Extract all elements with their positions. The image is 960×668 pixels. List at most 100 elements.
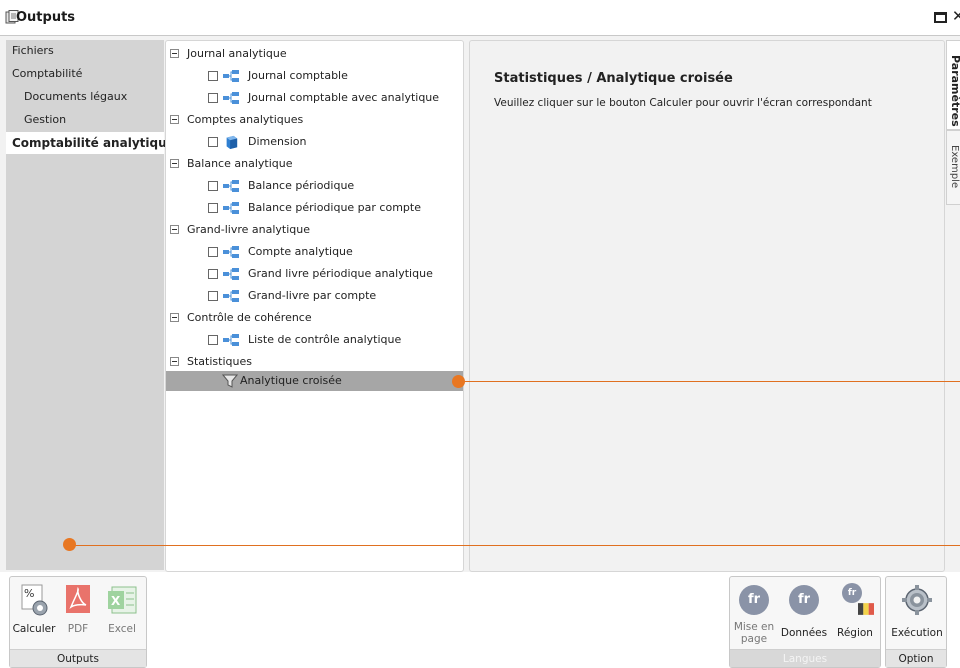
tab-parametres[interactable]: Paramètres — [946, 40, 960, 130]
tree-item[interactable]: Grand-livre par compte — [166, 286, 463, 306]
tree-item-checkbox[interactable] — [208, 269, 218, 279]
report-tree-icon — [223, 290, 239, 302]
ribbon-group-label: Langues — [730, 649, 880, 667]
tree-item-checkbox[interactable] — [208, 291, 218, 301]
ribbon: % Calculer PDF X Excel Outputs fr Mise e… — [0, 572, 960, 668]
tree-group-label: Journal analytique — [187, 47, 287, 60]
tree-group[interactable]: Statistiques — [166, 352, 463, 372]
tree-item[interactable]: Dimension — [166, 132, 463, 152]
tab-label: Exemple — [949, 145, 960, 189]
report-tree-icon — [223, 70, 239, 82]
button-label: Exécution — [891, 627, 943, 639]
callout-line — [458, 381, 960, 382]
callout-dot — [452, 375, 465, 388]
tree-item[interactable]: Balance périodique par compte — [166, 198, 463, 218]
tree-item-label: Analytique croisée — [240, 374, 342, 387]
tree-group[interactable]: Contrôle de cohérence — [166, 308, 463, 328]
tree-item-selected[interactable]: Analytique croisée — [166, 371, 463, 391]
detail-panel: Statistiques / Analytique croisée Veuill… — [469, 40, 945, 572]
callout-dot — [63, 538, 76, 551]
language-fr-icon: fr — [842, 583, 862, 603]
donnees-button[interactable]: fr Données — [780, 581, 828, 647]
button-label: Région — [837, 627, 873, 639]
tree-item-checkbox[interactable] — [208, 181, 218, 191]
cube-icon — [226, 135, 238, 149]
nav-item-gestion[interactable]: Gestion — [24, 113, 66, 126]
tree-item-checkbox[interactable] — [208, 247, 218, 257]
report-tree-icon — [223, 334, 239, 346]
tree-group[interactable]: Balance analytique — [166, 154, 463, 174]
report-tree-icon — [223, 180, 239, 192]
tree-item[interactable]: Journal comptable — [166, 66, 463, 86]
nav-item-fichiers[interactable]: Fichiers — [12, 44, 54, 57]
detail-description: Veuillez cliquer sur le bouton Calculer … — [494, 97, 872, 109]
nav-item-comptabilite[interactable]: Comptabilité — [12, 67, 82, 80]
tree-item-checkbox[interactable] — [208, 335, 218, 345]
pdf-icon — [66, 585, 90, 613]
tree-item-label: Balance périodique par compte — [248, 201, 421, 214]
tree-group[interactable]: Journal analytique — [166, 44, 463, 64]
collapse-icon[interactable] — [170, 115, 179, 124]
svg-text:%: % — [24, 587, 34, 600]
nav-item-comptabilite-analytique[interactable]: Comptabilité analytique — [6, 132, 175, 154]
region-button[interactable]: fr Région — [832, 581, 878, 647]
ribbon-group-outputs: % Calculer PDF X Excel Outputs — [9, 576, 147, 668]
excel-icon: X — [108, 586, 137, 614]
collapse-icon[interactable] — [170, 313, 179, 322]
excel-button[interactable]: X Excel — [100, 581, 144, 647]
tree-item-label: Journal comptable — [248, 69, 348, 82]
tree-group[interactable]: Grand-livre analytique — [166, 220, 463, 240]
tree-item[interactable]: Compte analytique — [166, 242, 463, 262]
tree-item-checkbox[interactable] — [208, 137, 218, 147]
tab-label: Paramètres — [949, 55, 960, 127]
window-title: Outputs — [16, 10, 76, 25]
collapse-icon[interactable] — [170, 357, 179, 366]
button-label: Mise en page — [733, 621, 775, 645]
nav-item-documents-legaux[interactable]: Documents légaux — [24, 90, 127, 103]
tree-item-label: Grand-livre par compte — [248, 289, 377, 302]
language-fr-icon: fr — [739, 585, 769, 615]
title-bar: Outputs ✕ — [0, 0, 960, 36]
tree-group-label: Balance analytique — [187, 157, 293, 170]
ribbon-group-option: Exécution Option — [885, 576, 947, 668]
report-tree-icon — [223, 92, 239, 104]
mise-en-page-button[interactable]: fr Mise en page — [732, 581, 776, 647]
tree-item-label: Grand livre périodique analytique — [248, 267, 433, 280]
tree-item-checkbox[interactable] — [208, 71, 218, 81]
calculer-button[interactable]: % Calculer — [12, 581, 56, 647]
report-tree-icon — [223, 268, 239, 280]
tree-group-label: Grand-livre analytique — [187, 223, 310, 236]
tree-item-checkbox[interactable] — [208, 93, 218, 103]
settings-gear-icon — [902, 585, 932, 615]
ribbon-group-label: Option — [886, 649, 946, 667]
tree-item[interactable]: Liste de contrôle analytique — [166, 330, 463, 350]
pdf-button[interactable]: PDF — [58, 581, 98, 647]
tree-group-label: Statistiques — [187, 355, 252, 368]
button-label: Calculer — [12, 623, 56, 635]
tree-item-label: Journal comptable avec analytique — [248, 91, 440, 104]
tree-group-label: Contrôle de cohérence — [187, 311, 312, 324]
collapse-icon[interactable] — [170, 49, 179, 58]
svg-text:X: X — [111, 594, 121, 608]
tab-exemple[interactable]: Exemple — [946, 130, 960, 205]
tree-group[interactable]: Comptes analytiques — [166, 110, 463, 130]
callout-line — [70, 545, 960, 546]
tree-item-label: Balance périodique — [248, 179, 355, 192]
collapse-icon[interactable] — [170, 225, 179, 234]
execution-button[interactable]: Exécution — [888, 581, 946, 647]
report-tree-icon — [223, 202, 239, 214]
close-button[interactable]: ✕ — [952, 7, 960, 25]
tree-item[interactable]: Balance périodique — [166, 176, 463, 196]
tree-item-checkbox[interactable] — [208, 203, 218, 213]
maximize-button[interactable] — [934, 12, 947, 23]
collapse-icon[interactable] — [170, 159, 179, 168]
tree-item[interactable]: Grand livre périodique analytique — [166, 264, 463, 284]
tree-item-label: Compte analytique — [248, 245, 353, 258]
ribbon-group-label: Outputs — [10, 649, 146, 667]
button-label: Excel — [108, 623, 136, 635]
tree-item[interactable]: Journal comptable avec analytique — [166, 88, 463, 108]
report-tree-icon — [223, 246, 239, 258]
detail-title: Statistiques / Analytique croisée — [494, 71, 733, 86]
tree-item-label: Dimension — [248, 135, 307, 148]
tree-item-label: Liste de contrôle analytique — [248, 333, 402, 346]
